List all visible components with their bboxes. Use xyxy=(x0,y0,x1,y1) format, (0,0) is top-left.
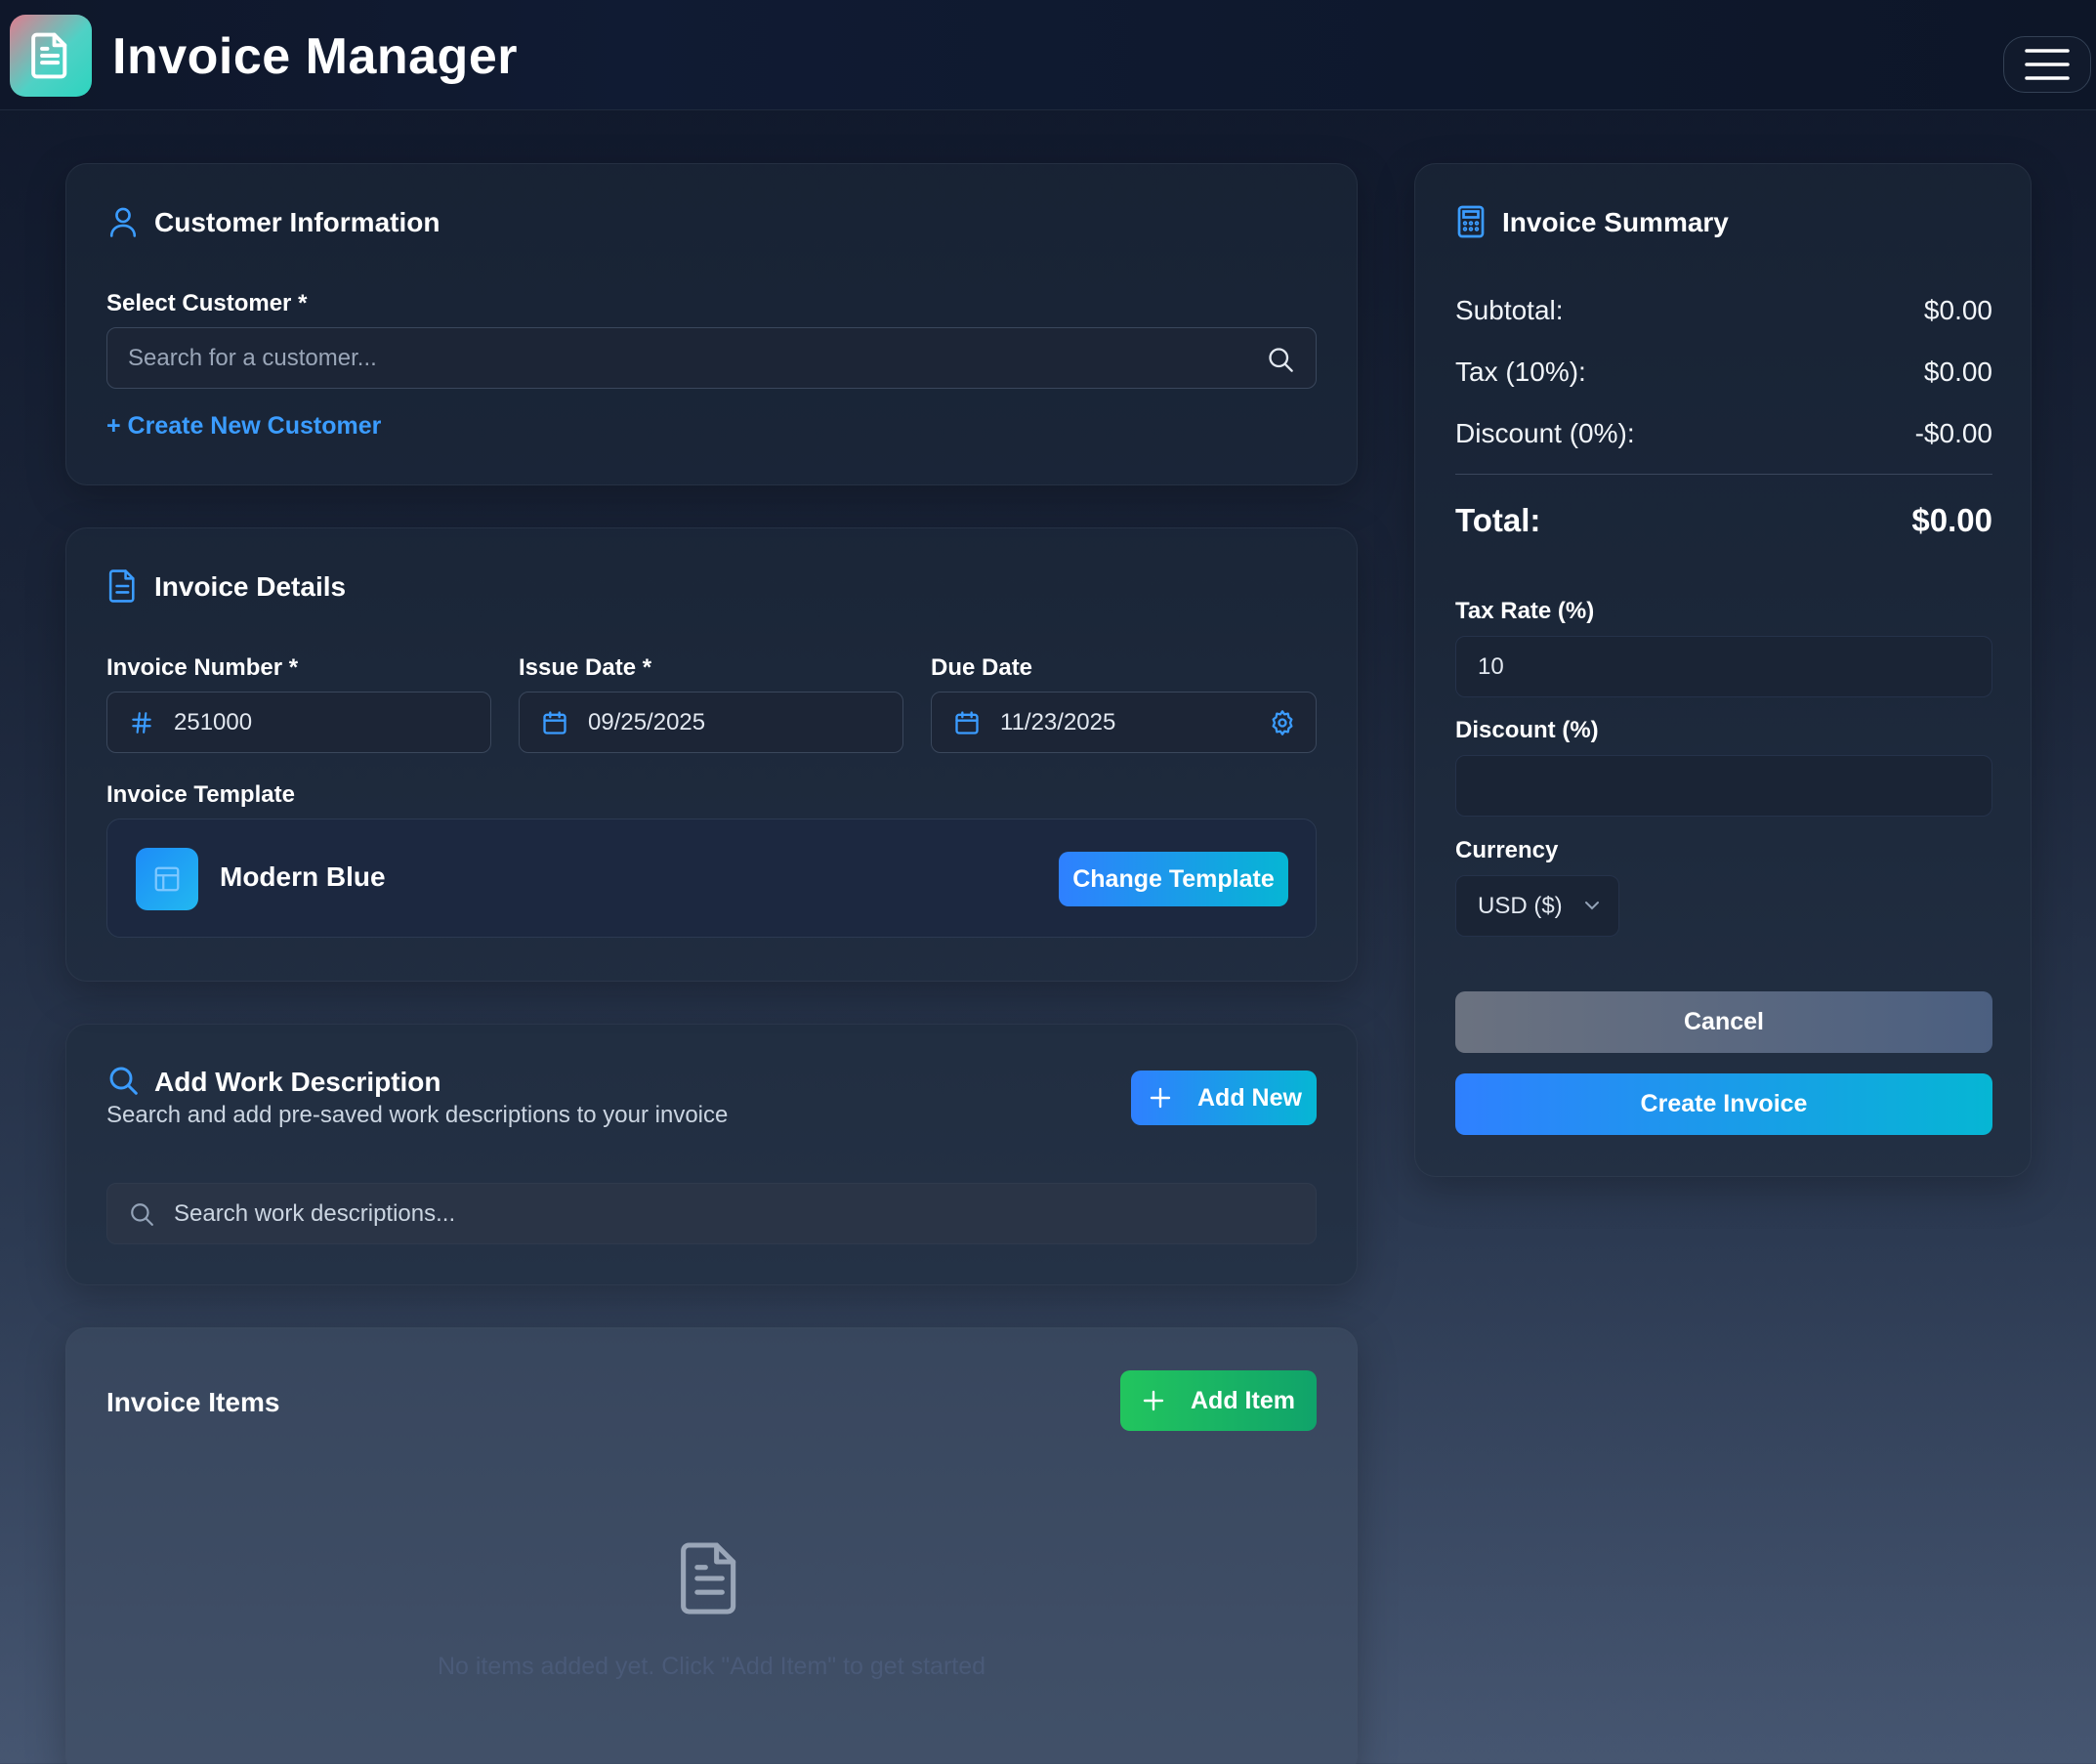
customer-info-title: Customer Information xyxy=(154,207,440,237)
work-description-search-placeholder: Search work descriptions... xyxy=(174,1199,456,1227)
plus-icon xyxy=(1143,1390,1164,1411)
issue-date-value: 09/25/2025 xyxy=(588,708,706,735)
plus-icon xyxy=(1150,1087,1171,1109)
tax-rate-field[interactable]: 10 xyxy=(1455,636,1992,697)
top-bar: Invoice Manager xyxy=(0,0,2096,110)
total-row: Total: $0.00 xyxy=(1455,502,1992,539)
tax-value: $0.00 xyxy=(1923,357,1992,387)
discount-value: -$0.00 xyxy=(1914,418,1992,448)
discount-row: Discount (0%): -$0.00 xyxy=(1455,418,1992,449)
due-date-field[interactable]: 11/23/2025 xyxy=(931,692,1317,753)
summary-divider xyxy=(1455,474,1992,475)
app-logo xyxy=(10,15,92,97)
calculator-icon xyxy=(1457,205,1485,238)
template-name: Modern Blue xyxy=(220,861,386,892)
invoice-number-label: Invoice Number * xyxy=(106,654,299,681)
calendar-icon xyxy=(543,710,566,735)
customer-search-input[interactable]: Search for a customer... xyxy=(106,327,1317,389)
tax-rate-label: Tax Rate (%) xyxy=(1455,598,1595,624)
layout-icon xyxy=(154,866,180,892)
discount-field-label: Discount (%) xyxy=(1455,717,1599,743)
calendar-icon xyxy=(955,710,979,735)
currency-value: USD ($) xyxy=(1478,892,1563,919)
app-title: Invoice Manager xyxy=(112,28,518,85)
invoice-template-label: Invoice Template xyxy=(106,781,295,808)
add-item-button[interactable]: Add Item xyxy=(1120,1370,1317,1431)
add-item-label: Add Item xyxy=(1191,1386,1295,1414)
tax-label: Tax (10%): xyxy=(1455,357,1586,387)
discount-label: Discount (0%): xyxy=(1455,418,1635,448)
document-icon xyxy=(681,1542,736,1615)
invoice-summary-title: Invoice Summary xyxy=(1502,207,1729,237)
search-icon xyxy=(1269,348,1293,372)
due-date-value: 11/23/2025 xyxy=(1000,708,1116,735)
subtotal-value: $0.00 xyxy=(1923,295,1992,325)
document-icon xyxy=(108,569,135,603)
invoice-items-title: Invoice Items xyxy=(106,1387,280,1417)
issue-date-field[interactable]: 09/25/2025 xyxy=(519,692,903,753)
currency-select[interactable]: USD ($) xyxy=(1455,875,1619,937)
invoice-number-field[interactable]: 251000 xyxy=(106,692,491,753)
invoice-number-value: 251000 xyxy=(174,708,253,735)
select-customer-label: Select Customer * xyxy=(106,290,308,316)
issue-date-label: Issue Date * xyxy=(519,654,652,681)
customer-search-placeholder: Search for a customer... xyxy=(128,344,377,371)
cancel-button[interactable]: Cancel xyxy=(1455,991,1992,1053)
document-icon xyxy=(31,32,67,79)
template-selector: Modern Blue Change Template xyxy=(106,819,1317,938)
create-new-customer-link[interactable]: + Create New Customer xyxy=(106,412,381,441)
work-description-card xyxy=(65,1024,1358,1285)
tax-rate-value: 10 xyxy=(1478,652,1504,680)
add-new-button[interactable]: Add New xyxy=(1131,1071,1317,1125)
work-description-subtitle: Search and add pre-saved work descriptio… xyxy=(106,1102,729,1128)
subtotal-label: Subtotal: xyxy=(1455,295,1564,325)
currency-label: Currency xyxy=(1455,837,1559,863)
user-icon xyxy=(109,207,137,237)
tax-row: Tax (10%): $0.00 xyxy=(1455,357,1992,388)
work-description-title: Add Work Description xyxy=(154,1067,441,1097)
create-invoice-button[interactable]: Create Invoice xyxy=(1455,1073,1992,1135)
subtotal-row: Subtotal: $0.00 xyxy=(1455,295,1992,326)
discount-field[interactable] xyxy=(1455,755,1992,817)
chevron-down-icon xyxy=(1585,902,1599,910)
menu-button[interactable] xyxy=(2003,36,2091,93)
due-date-label: Due Date xyxy=(931,654,1033,681)
search-icon xyxy=(131,1202,153,1226)
empty-items-message: No items added yet. Click "Add Item" to … xyxy=(437,1653,986,1680)
change-template-button[interactable]: Change Template xyxy=(1059,852,1288,906)
invoice-details-title: Invoice Details xyxy=(154,571,347,602)
total-label: Total: xyxy=(1455,502,1541,538)
total-value: $0.00 xyxy=(1911,502,1992,538)
gear-icon[interactable] xyxy=(1269,709,1296,736)
search-icon xyxy=(109,1067,138,1095)
template-thumbnail xyxy=(136,848,198,910)
work-description-search-input[interactable]: Search work descriptions... xyxy=(106,1183,1317,1244)
menu-icon xyxy=(2025,49,2070,80)
hash-icon xyxy=(132,711,151,734)
add-new-label: Add New xyxy=(1197,1083,1302,1112)
